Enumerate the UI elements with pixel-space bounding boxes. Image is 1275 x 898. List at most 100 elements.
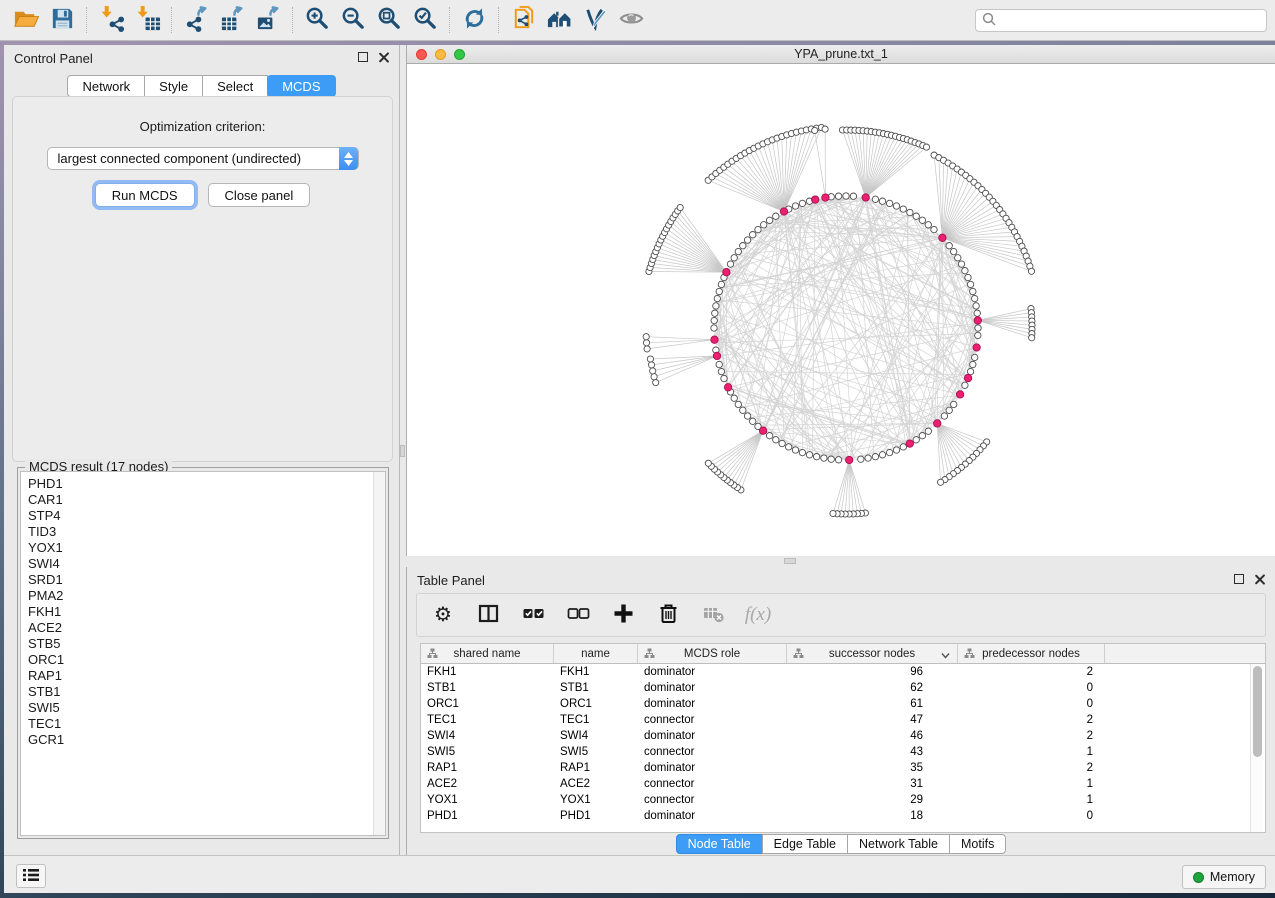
add-column-button[interactable] — [611, 602, 635, 628]
cell-successor-nodes[interactable]: 35 — [787, 760, 958, 776]
mcds-result-item[interactable]: STB1 — [21, 684, 385, 700]
mcds-result-item[interactable]: PHD1 — [21, 476, 385, 492]
import-table-button[interactable] — [129, 4, 165, 36]
cell-name[interactable]: RAP1 — [554, 760, 638, 776]
cell-name[interactable]: STB1 — [554, 680, 638, 696]
table-row[interactable]: TEC1TEC1connector472 — [421, 712, 1265, 728]
cell-MCDS-role[interactable]: dominator — [638, 760, 787, 776]
deselect-all-button[interactable] — [566, 602, 590, 628]
cell-successor-nodes[interactable]: 43 — [787, 744, 958, 760]
mcds-result-item[interactable]: GCR1 — [21, 732, 385, 748]
horizontal-splitter-handle[interactable] — [784, 558, 796, 564]
mcds-result-list[interactable]: PHD1CAR1STP4TID3YOX1SWI4SRD1PMA2FKH1ACE2… — [20, 471, 386, 836]
cell-MCDS-role[interactable]: dominator — [638, 696, 787, 712]
zoom-fit-button[interactable] — [371, 4, 407, 36]
zoom-out-button[interactable] — [335, 4, 371, 36]
mcds-result-item[interactable]: RAP1 — [21, 668, 385, 684]
cell-name[interactable]: TEC1 — [554, 712, 638, 728]
cell-name[interactable]: YOX1 — [554, 792, 638, 808]
cell-shared-name[interactable]: STB1 — [421, 680, 554, 696]
tab-select[interactable]: Select — [202, 75, 268, 97]
cell-predecessor-nodes[interactable]: 0 — [958, 696, 1105, 712]
cell-successor-nodes[interactable]: 62 — [787, 680, 958, 696]
table-row[interactable]: SWI4SWI4dominator462 — [421, 728, 1265, 744]
gear-button[interactable]: ⚙ — [431, 602, 455, 628]
cell-successor-nodes[interactable]: 29 — [787, 792, 958, 808]
tab-edge-table[interactable]: Edge Table — [762, 834, 848, 854]
cell-predecessor-nodes[interactable]: 1 — [958, 744, 1105, 760]
cell-shared-name[interactable]: PHD1 — [421, 808, 554, 824]
mcds-result-item[interactable]: CAR1 — [21, 492, 385, 508]
delete-table-button[interactable] — [701, 602, 725, 628]
zoom-in-button[interactable] — [299, 4, 335, 36]
tab-style[interactable]: Style — [144, 75, 203, 97]
cell-predecessor-nodes[interactable]: 1 — [958, 792, 1105, 808]
cell-shared-name[interactable]: ACE2 — [421, 776, 554, 792]
tab-network[interactable]: Network — [67, 75, 145, 97]
cell-shared-name[interactable]: SWI4 — [421, 728, 554, 744]
cell-successor-nodes[interactable]: 46 — [787, 728, 958, 744]
open-session-button[interactable] — [8, 4, 44, 36]
maximize-window-icon[interactable] — [454, 49, 465, 60]
mcds-result-item[interactable]: SRD1 — [21, 572, 385, 588]
mcds-result-item[interactable]: ORC1 — [21, 652, 385, 668]
task-history-button[interactable] — [16, 864, 46, 888]
column-header-predecessor-nodes[interactable]: predecessor nodes — [958, 644, 1105, 663]
column-header-name[interactable]: name — [554, 644, 638, 663]
cell-MCDS-role[interactable]: connector — [638, 744, 787, 760]
cell-MCDS-role[interactable]: dominator — [638, 664, 787, 680]
eye-button[interactable] — [613, 4, 649, 36]
mcds-result-item[interactable]: PMA2 — [21, 588, 385, 604]
result-list-scrollbar[interactable] — [373, 472, 385, 835]
cell-MCDS-role[interactable]: dominator — [638, 680, 787, 696]
search-input[interactable] — [1000, 11, 1260, 30]
refresh-button[interactable] — [456, 4, 492, 36]
mcds-result-item[interactable]: STP4 — [21, 508, 385, 524]
cell-predecessor-nodes[interactable]: 2 — [958, 664, 1105, 680]
cell-successor-nodes[interactable]: 61 — [787, 696, 958, 712]
cell-predecessor-nodes[interactable]: 2 — [958, 760, 1105, 776]
export-image-button[interactable] — [250, 4, 286, 36]
minimize-window-icon[interactable] — [435, 49, 446, 60]
table-row[interactable]: RAP1RAP1dominator352 — [421, 760, 1265, 776]
mcds-result-item[interactable]: FKH1 — [21, 604, 385, 620]
function-builder-button[interactable]: f(x) — [746, 602, 770, 628]
close-panel-button[interactable]: Close panel — [208, 183, 311, 207]
delete-column-button[interactable] — [656, 602, 680, 628]
memory-button[interactable]: Memory — [1182, 865, 1266, 889]
visual-style-button[interactable] — [577, 4, 613, 36]
column-header-MCDS-role[interactable]: MCDS role — [638, 644, 787, 663]
cell-shared-name[interactable]: RAP1 — [421, 760, 554, 776]
table-row[interactable]: STB1STB1dominator620 — [421, 680, 1265, 696]
columns-button[interactable] — [476, 602, 500, 628]
table-scrollbar-thumb[interactable] — [1253, 666, 1262, 757]
cell-predecessor-nodes[interactable]: 1 — [958, 776, 1105, 792]
cell-name[interactable]: ACE2 — [554, 776, 638, 792]
cell-predecessor-nodes[interactable]: 0 — [958, 680, 1105, 696]
optimization-criterion-select[interactable]: largest connected component (undirected) — [47, 147, 359, 170]
mcds-result-item[interactable]: TID3 — [21, 524, 385, 540]
close-window-icon[interactable] — [416, 49, 427, 60]
cell-name[interactable]: FKH1 — [554, 664, 638, 680]
horizontal-splitter[interactable] — [406, 556, 1275, 567]
cell-predecessor-nodes[interactable]: 2 — [958, 728, 1105, 744]
cell-shared-name[interactable]: TEC1 — [421, 712, 554, 728]
export-network-button[interactable] — [178, 4, 214, 36]
tab-motifs[interactable]: Motifs — [949, 834, 1006, 854]
cell-predecessor-nodes[interactable]: 2 — [958, 712, 1105, 728]
mcds-result-item[interactable]: TEC1 — [21, 716, 385, 732]
cell-shared-name[interactable]: SWI5 — [421, 744, 554, 760]
table-scrollbar[interactable] — [1250, 664, 1263, 832]
cell-successor-nodes[interactable]: 47 — [787, 712, 958, 728]
cell-predecessor-nodes[interactable]: 0 — [958, 808, 1105, 824]
table-row[interactable]: ACE2ACE2connector311 — [421, 776, 1265, 792]
mcds-result-item[interactable]: YOX1 — [21, 540, 385, 556]
network-file-button[interactable] — [505, 4, 541, 36]
table-row[interactable]: ORC1ORC1dominator610 — [421, 696, 1265, 712]
table-row[interactable]: PHD1PHD1dominator180 — [421, 808, 1265, 824]
cell-MCDS-role[interactable]: connector — [638, 792, 787, 808]
cell-shared-name[interactable]: ORC1 — [421, 696, 554, 712]
cell-name[interactable]: SWI4 — [554, 728, 638, 744]
float-table-panel-icon[interactable] — [1234, 574, 1244, 584]
run-mcds-button[interactable]: Run MCDS — [95, 183, 195, 207]
